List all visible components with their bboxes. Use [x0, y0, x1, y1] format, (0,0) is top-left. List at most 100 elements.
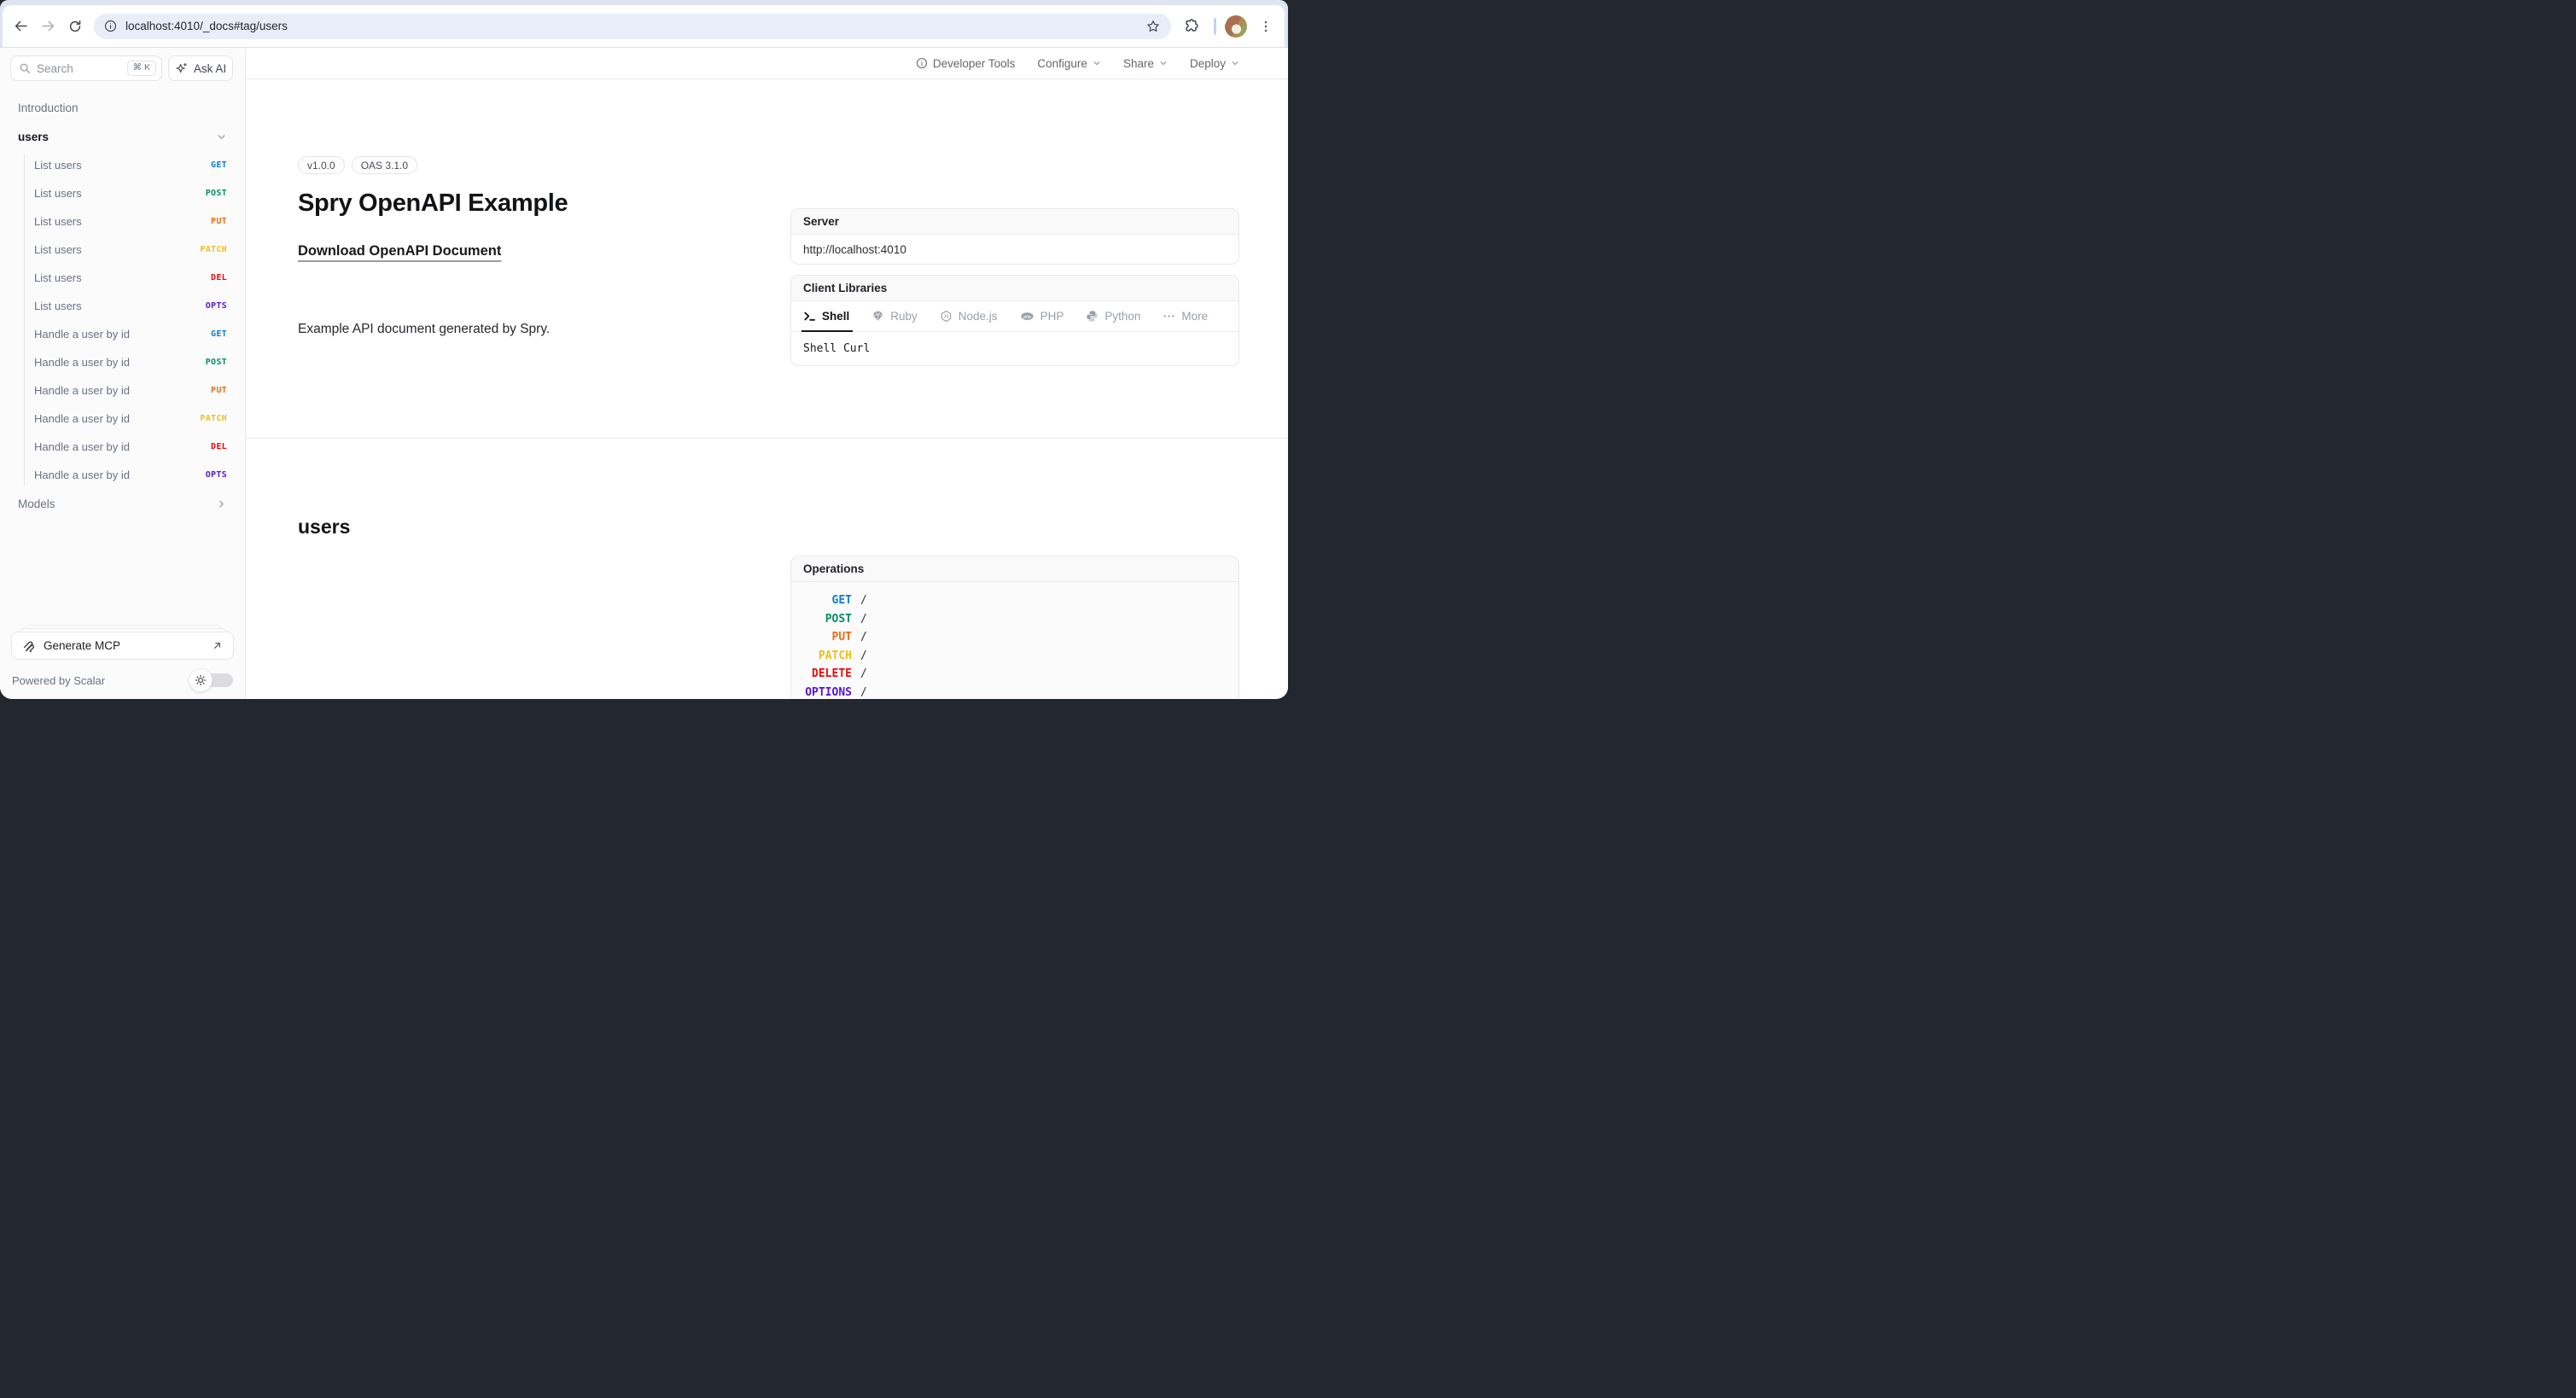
- extensions-icon[interactable]: [1178, 13, 1205, 40]
- operation-row[interactable]: DELETE /: [791, 665, 1238, 684]
- endpoint-label: List users: [34, 243, 82, 256]
- search-shortcut: ⌘ K: [127, 61, 156, 76]
- server-card: Server http://localhost:4010: [790, 208, 1239, 265]
- sidebar-item-introduction[interactable]: Introduction: [0, 96, 245, 119]
- main-area: Developer Tools Configure Share: [246, 48, 1288, 699]
- search-input[interactable]: Search ⌘ K: [10, 55, 162, 81]
- operation-row[interactable]: OPTIONS /: [791, 684, 1238, 700]
- operation-path: /: [860, 667, 867, 680]
- sidebar-endpoint-item[interactable]: Handle a user by id POST: [0, 348, 245, 376]
- code-sample[interactable]: Shell Curl: [791, 332, 1238, 365]
- theme-toggle[interactable]: [189, 668, 233, 692]
- client-library-tab[interactable]: More: [1163, 301, 1208, 331]
- client-library-tab[interactable]: Ruby: [871, 301, 918, 331]
- sidebar-endpoint-item[interactable]: List users OPTS: [0, 292, 245, 320]
- sidebar-endpoint-item[interactable]: Handle a user by id GET: [0, 320, 245, 348]
- sidebar-endpoint-item[interactable]: List users DEL: [0, 264, 245, 292]
- method-badge: POST: [206, 358, 227, 367]
- client-library-tab[interactable]: JS Node.js: [940, 301, 998, 331]
- method-badge: PUT: [211, 217, 227, 226]
- endpoint-label: List users: [34, 215, 82, 228]
- tab-label: PHP: [1040, 310, 1064, 323]
- header-nav-item[interactable]: Share: [1123, 57, 1168, 70]
- back-button[interactable]: [7, 13, 34, 40]
- header-nav-item[interactable]: Deploy: [1190, 57, 1239, 70]
- bookmark-star-icon[interactable]: [1145, 19, 1161, 34]
- sun-icon: [189, 668, 213, 692]
- operation-path: /: [860, 686, 867, 699]
- ask-ai-label: Ask AI: [194, 62, 226, 75]
- endpoint-label: Handle a user by id: [34, 440, 130, 453]
- client-libraries-card: Client Libraries Shell Ruby: [790, 275, 1239, 366]
- sidebar-group-models[interactable]: Models: [0, 491, 245, 516]
- generate-mcp-button[interactable]: Generate MCP: [11, 632, 234, 660]
- header-nav-item[interactable]: Configure: [1037, 57, 1101, 70]
- download-openapi-link[interactable]: Download OpenAPI Document: [298, 243, 501, 259]
- version-badges: v1.0.0 OAS 3.1.0: [298, 156, 417, 174]
- powered-by-label[interactable]: Powered by Scalar: [12, 674, 105, 687]
- tab-label: More: [1181, 310, 1208, 323]
- sidebar-nav: Introduction users List users GET: [0, 96, 245, 516]
- endpoint-label: Handle a user by id: [34, 384, 130, 397]
- sidebar-endpoint-item[interactable]: List users GET: [0, 151, 245, 179]
- endpoint-label: List users: [34, 271, 82, 284]
- profile-avatar[interactable]: [1225, 15, 1247, 38]
- url-bar[interactable]: localhost:4010/_docs#tag/users: [94, 14, 1171, 39]
- site-info-icon[interactable]: [104, 20, 117, 32]
- chrome-actions: [1178, 13, 1279, 40]
- header-nav-label: Share: [1123, 57, 1154, 70]
- sidebar-endpoint-item[interactable]: Handle a user by id OPTS: [0, 461, 245, 489]
- client-library-tabs: Shell Ruby JS Node.js: [791, 301, 1238, 332]
- server-card-title: Server: [791, 209, 1238, 235]
- header-nav-label: Configure: [1037, 57, 1087, 70]
- svg-text:php: php: [1023, 314, 1031, 318]
- operations-card: Operations GET / POST /: [790, 556, 1239, 699]
- version-badge: OAS 3.1.0: [352, 156, 417, 174]
- operation-path: /: [860, 649, 867, 662]
- search-placeholder: Search: [37, 62, 127, 75]
- api-description: Example API document generated by Spry.: [298, 322, 550, 337]
- sidebar-endpoint-item[interactable]: Handle a user by id PATCH: [0, 405, 245, 433]
- toolbar-divider: [1214, 18, 1216, 35]
- sidebar-endpoint-item[interactable]: Handle a user by id PUT: [0, 376, 245, 405]
- browser-menu-icon[interactable]: [1252, 13, 1279, 40]
- section-divider: [246, 438, 1288, 439]
- generate-mcp-label: Generate MCP: [44, 639, 204, 652]
- sidebar-endpoint-item[interactable]: List users PATCH: [0, 236, 245, 264]
- operation-path: /: [860, 594, 867, 607]
- ask-ai-button[interactable]: Ask AI: [168, 55, 233, 81]
- sparkle-icon: [175, 62, 188, 75]
- tab-label: Python: [1104, 310, 1140, 323]
- operation-method: PATCH: [791, 649, 852, 662]
- sidebar-group-users[interactable]: users: [0, 124, 245, 149]
- server-url[interactable]: http://localhost:4010: [791, 235, 1238, 264]
- page-title: Spry OpenAPI Example: [298, 189, 568, 218]
- method-badge: POST: [206, 189, 227, 198]
- operation-row[interactable]: POST /: [791, 610, 1238, 629]
- client-libraries-title: Client Libraries: [791, 276, 1238, 301]
- client-library-tab[interactable]: Shell: [803, 301, 849, 331]
- ruby-icon: [871, 310, 884, 323]
- operation-row[interactable]: GET /: [791, 591, 1238, 610]
- client-library-tab[interactable]: php PHP: [1020, 301, 1064, 331]
- header-nav-label: Deploy: [1190, 57, 1226, 70]
- operation-row[interactable]: PATCH /: [791, 647, 1238, 666]
- python-icon: [1086, 310, 1099, 323]
- sidebar-endpoint-item[interactable]: List users PUT: [0, 207, 245, 236]
- reload-button[interactable]: [61, 13, 89, 40]
- forward-button[interactable]: [34, 13, 61, 40]
- client-library-tab[interactable]: Python: [1086, 301, 1140, 331]
- url-text[interactable]: localhost:4010/_docs#tag/users: [125, 20, 1145, 32]
- chevron-down-icon: [1231, 59, 1239, 67]
- endpoint-label: Handle a user by id: [34, 412, 130, 425]
- version-badge: v1.0.0: [298, 156, 345, 174]
- header-nav-item[interactable]: Developer Tools: [916, 57, 1016, 70]
- operation-path: /: [860, 631, 867, 644]
- sidebar-endpoint-item[interactable]: List users POST: [0, 179, 245, 207]
- sidebar-endpoint-item[interactable]: Handle a user by id DEL: [0, 433, 245, 461]
- tab-label: Ruby: [890, 310, 918, 323]
- method-badge: GET: [211, 160, 227, 170]
- operation-row[interactable]: PUT /: [791, 628, 1238, 647]
- users-group-label: users: [18, 131, 49, 143]
- chevron-down-icon: [1159, 59, 1168, 67]
